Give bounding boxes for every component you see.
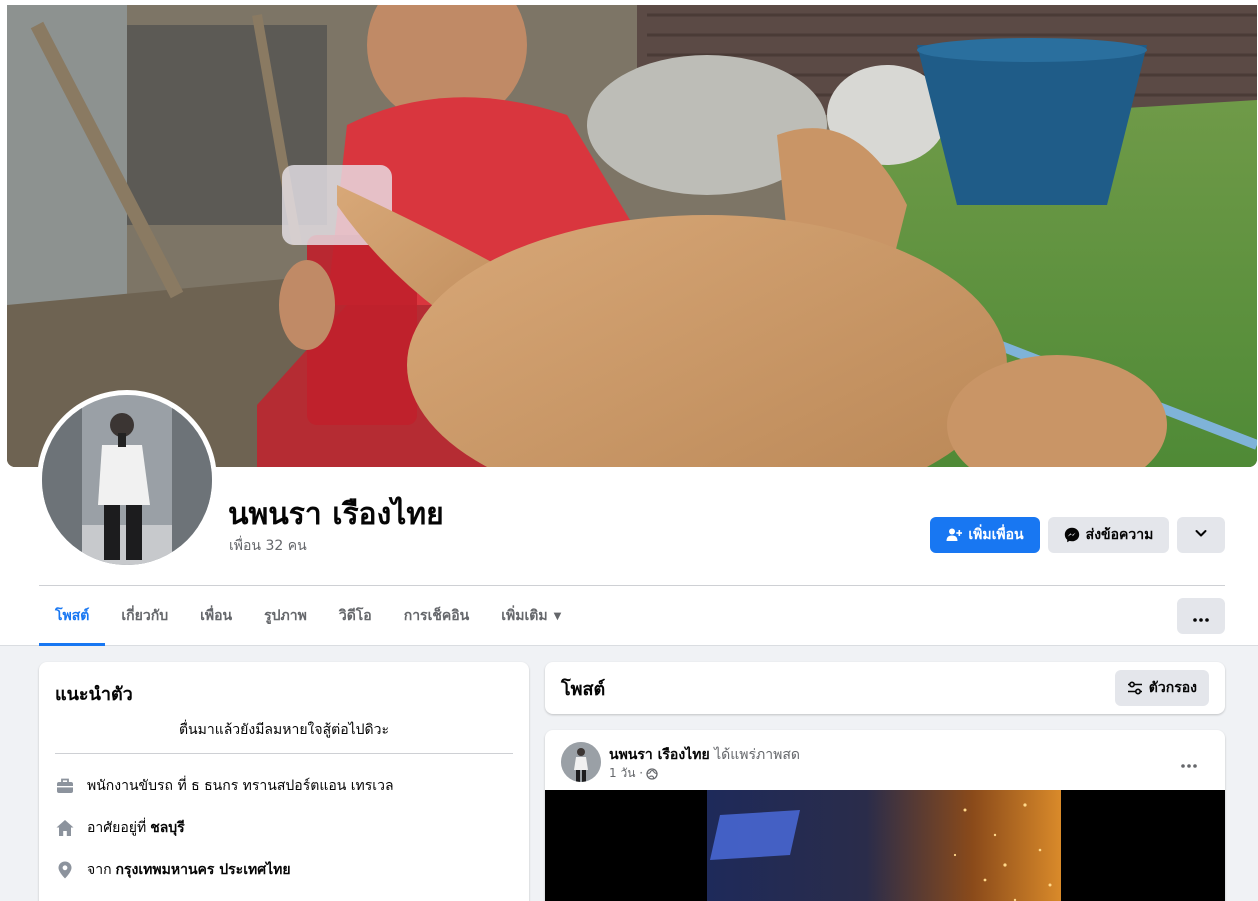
message-label: ส่งข้อความ <box>1085 527 1154 543</box>
filter-label: ตัวกรอง <box>1148 680 1197 696</box>
intro-title: แนะนำตัว <box>55 684 133 705</box>
posts-title: โพสต์ <box>561 678 606 700</box>
tab-more[interactable]: เพิ่มเติม ▼ <box>485 590 577 642</box>
profile-tabs: โพสต์ เกี่ยวกับ เพื่อน รูปภาพ วิดีโอ การ… <box>39 590 577 646</box>
intro-work: พนักงานขับรถ ที่ ธ ธนกร ทรานสปอร์ตแอน เท… <box>55 776 513 796</box>
tab-posts[interactable]: โพสต์ <box>39 590 106 646</box>
post-author-avatar[interactable] <box>561 742 601 782</box>
avatar-image <box>42 395 212 565</box>
cover-photo-image <box>7 5 1257 467</box>
friend-count[interactable]: เพื่อน 32 คน <box>229 535 307 557</box>
tab-checkins[interactable]: การเช็คอิน <box>388 590 486 642</box>
globe-icon <box>646 767 658 780</box>
live-video-thumbnail[interactable] <box>545 790 1225 901</box>
person-plus-icon <box>946 527 963 543</box>
ellipsis-icon <box>1181 753 1197 772</box>
tab-about[interactable]: เกี่ยวกับ <box>105 590 184 642</box>
intro-bio: ตื่นมาแล้วยังมีลมหายใจสู้ต่อไปดิวะ <box>178 722 390 738</box>
intro-lives-place[interactable]: ชลบุรี <box>150 817 185 839</box>
caret-down-icon: ▼ <box>553 610 562 622</box>
tab-videos[interactable]: วิดีโอ <box>323 590 388 642</box>
profile-header: นพนรา เรืองไทย เพื่อน 32 คน เพิ่มเพื่อน … <box>0 0 1258 646</box>
cover-photo[interactable] <box>7 5 1257 467</box>
add-friend-label: เพิ่มเพื่อน <box>968 527 1024 543</box>
intro-from-prefix: จาก <box>87 862 112 878</box>
filter-button[interactable]: ตัวกรอง <box>1114 670 1209 706</box>
intro-lives-prefix: อาศัยอยู่ที่ <box>87 820 147 836</box>
intro-from-place[interactable]: กรุงเทพมหานคร ประเทศไทย <box>116 859 291 881</box>
profile-name: นพนรา เรืองไทย <box>228 497 444 532</box>
post-time[interactable]: 1 วัน · <box>609 764 643 783</box>
post-author-name[interactable]: นพนรา เรืองไทย <box>609 747 710 763</box>
tab-friends[interactable]: เพื่อน <box>184 590 248 642</box>
intro-divider <box>55 753 513 754</box>
post-meta: 1 วัน · <box>609 764 658 783</box>
sliders-icon <box>1127 681 1143 695</box>
message-button[interactable]: ส่งข้อความ <box>1048 517 1169 553</box>
messenger-icon <box>1064 527 1080 543</box>
profile-avatar[interactable] <box>37 390 217 570</box>
post-header-text: นพนรา เรืองไทย ได้แพร่ภาพสด <box>609 744 800 766</box>
posts-header-card: โพสต์ ตัวกรอง <box>545 662 1225 714</box>
house-icon <box>55 818 75 838</box>
tabs-more-button[interactable] <box>1177 598 1225 634</box>
post-card: นพนรา เรืองไทย ได้แพร่ภาพสด 1 วัน · <box>545 730 1225 901</box>
intro-work-text[interactable]: พนักงานขับรถ ที่ ธ ธนกร ทรานสปอร์ตแอน เท… <box>87 775 394 797</box>
post-options-button[interactable] <box>1171 744 1207 780</box>
header-divider <box>39 585 1225 586</box>
tab-photos[interactable]: รูปภาพ <box>248 590 323 642</box>
post-action: ได้แพร่ภาพสด <box>714 747 800 763</box>
tab-more-label: เพิ่มเติม <box>501 608 548 624</box>
profile-dropdown-button[interactable] <box>1177 517 1225 553</box>
briefcase-icon <box>55 776 75 796</box>
ellipsis-icon <box>1193 607 1209 626</box>
chevron-down-icon <box>1194 526 1208 544</box>
intro-card: แนะนำตัว ตื่นมาแล้วยังมีลมหายใจสู้ต่อไปด… <box>39 662 529 901</box>
add-friend-button[interactable]: เพิ่มเพื่อน <box>930 517 1040 553</box>
intro-lives: อาศัยอยู่ที่ ชลบุรี <box>55 818 513 838</box>
intro-from: จาก กรุงเทพมหานคร ประเทศไทย <box>55 860 513 880</box>
location-pin-icon <box>55 860 75 880</box>
